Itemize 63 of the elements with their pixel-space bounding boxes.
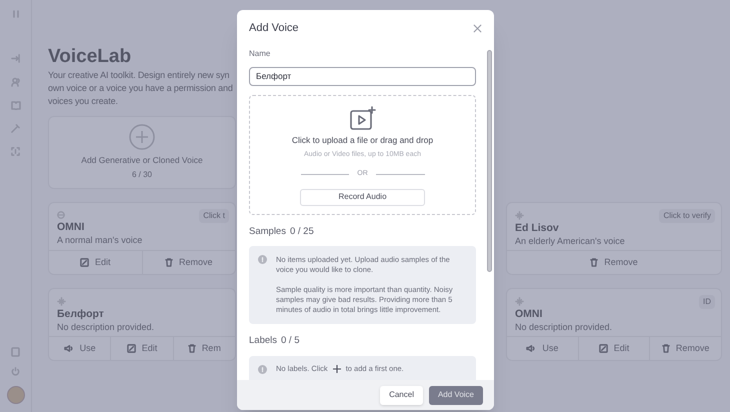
trash-icon bbox=[590, 258, 598, 267]
dialog-title: Add Voice bbox=[249, 20, 299, 36]
scan-icon[interactable] bbox=[11, 147, 20, 156]
remove-button[interactable]: Remove bbox=[507, 251, 721, 274]
edit-button[interactable]: Edit bbox=[111, 337, 174, 360]
trash-icon bbox=[662, 344, 670, 353]
plus-circle-icon[interactable] bbox=[129, 124, 155, 150]
cancel-button[interactable]: Cancel bbox=[380, 386, 423, 404]
record-audio-button[interactable]: Record Audio bbox=[300, 188, 425, 206]
voices-icon[interactable] bbox=[10, 77, 20, 87]
voice-description: An elderly American's voice bbox=[515, 235, 626, 247]
upload-instruction: Click to upload a file or drag and drop bbox=[292, 134, 434, 147]
sparkle-icon bbox=[515, 211, 524, 220]
page-title: VoiceLab bbox=[48, 46, 132, 68]
voice-name: Белфорт bbox=[57, 308, 105, 321]
voice-name: OMNI bbox=[515, 308, 544, 321]
remove-button[interactable]: Rem bbox=[174, 337, 235, 360]
trash-icon bbox=[164, 258, 173, 267]
voice-badge[interactable]: Click to verify bbox=[659, 209, 715, 223]
labels-heading: Labels bbox=[249, 334, 277, 348]
use-button[interactable]: Use bbox=[507, 337, 579, 360]
edit-button[interactable]: Edit bbox=[578, 337, 650, 360]
edit-icon bbox=[80, 258, 89, 267]
trash-icon bbox=[188, 344, 196, 353]
video-upload-icon bbox=[350, 106, 376, 130]
voice-description: No description provided. bbox=[57, 321, 156, 333]
description-line: own voice or a voice you have a permission and bbox=[48, 82, 233, 95]
count-text: 0 / 25 bbox=[290, 225, 314, 239]
sparkle-icon bbox=[57, 297, 66, 306]
use-button[interactable]: Use bbox=[49, 337, 112, 360]
sparkle-icon bbox=[515, 297, 524, 306]
add-voice-label: Add Generative or Cloned Voice bbox=[81, 154, 203, 167]
description-line: voices you create. bbox=[48, 95, 118, 108]
avatar[interactable] bbox=[6, 386, 24, 404]
info-icon bbox=[258, 364, 267, 374]
voice-badge[interactable]: Click t bbox=[199, 209, 229, 223]
add-voice-card[interactable]: Add Generative or Cloned Voice 6 / 30 bbox=[48, 116, 236, 189]
name-input[interactable]: Белфорт bbox=[249, 66, 476, 86]
voice-description: A normal man's voice bbox=[57, 234, 144, 246]
power-icon[interactable] bbox=[11, 367, 20, 376]
voice-name: OMNI bbox=[57, 221, 86, 234]
voice-badge[interactable]: ID bbox=[699, 295, 715, 309]
edit-icon bbox=[126, 344, 136, 353]
voice-count: 6 / 30 bbox=[132, 168, 152, 181]
book-icon[interactable] bbox=[10, 101, 20, 110]
edit-icon bbox=[598, 344, 608, 353]
remove-button[interactable]: Remove bbox=[142, 251, 235, 274]
remove-button[interactable]: Remove bbox=[650, 337, 721, 360]
description-line: Your creative AI toolkit. Design entirely new syn bbox=[48, 69, 230, 82]
voice-description: No description provided. bbox=[515, 321, 614, 333]
speaker-icon bbox=[64, 344, 74, 353]
document-icon[interactable] bbox=[11, 347, 20, 357]
count-text: 0 / 5 bbox=[281, 334, 300, 348]
voice-name: Ed Lisov bbox=[515, 222, 560, 235]
scrollbar-thumb[interactable] bbox=[487, 50, 492, 272]
info-icon bbox=[258, 255, 267, 264]
close-icon[interactable] bbox=[473, 24, 482, 32]
plus-icon bbox=[332, 365, 341, 373]
edit-button[interactable]: Edit bbox=[49, 251, 142, 274]
speaker-icon bbox=[526, 344, 536, 353]
samples-heading: Samples bbox=[249, 225, 286, 239]
field-label: Name bbox=[249, 48, 272, 60]
sidebar-toggle-icon[interactable] bbox=[12, 10, 20, 18]
